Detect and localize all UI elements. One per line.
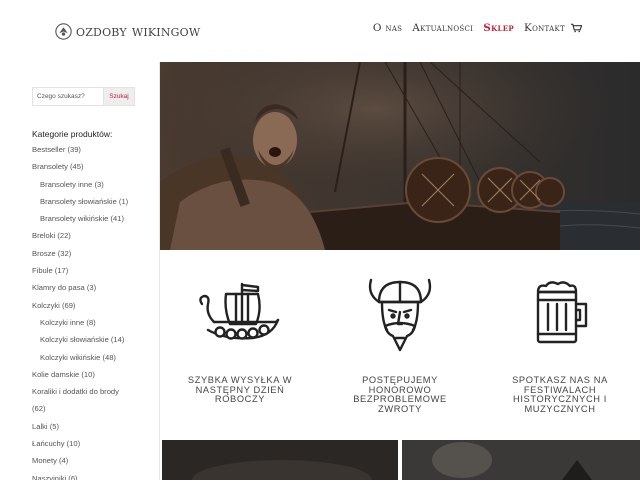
category-item[interactable]: Monety (4) <box>32 456 157 473</box>
bottom-tile-left[interactable] <box>162 440 398 480</box>
bottom-tile-left-image <box>162 440 398 480</box>
category-subitem[interactable]: Kolczyki słowiańskie (14) <box>32 335 157 352</box>
search-button[interactable]: Szukaj <box>104 87 135 106</box>
bottom-tile-right-image <box>402 440 640 480</box>
category-item[interactable]: Klamry do pasa (3) <box>32 283 157 300</box>
category-item[interactable]: Bransolety (45) <box>32 162 157 179</box>
site-logo[interactable]: ozdoby wikingow <box>55 20 200 42</box>
category-item[interactable]: Kolczyki (69) <box>32 301 157 318</box>
bottom-tile-right[interactable] <box>402 440 640 480</box>
viking-head-icon <box>368 278 432 352</box>
category-item[interactable]: Lalki (5) <box>32 422 157 439</box>
category-subitem[interactable]: Bransolety wikińskie (41) <box>32 214 157 231</box>
category-item[interactable]: Koraliki i dodatki do brody <box>32 387 157 404</box>
category-item[interactable]: Bestseller (39) <box>32 145 157 162</box>
sidebar: Szukaj Kategorie produktów: Bestseller (… <box>0 62 160 480</box>
category-item[interactable]: Fibule (17) <box>32 266 157 283</box>
search-input[interactable] <box>32 87 104 106</box>
nav-aktualnosci[interactable]: Aktualności <box>412 22 473 34</box>
feature-festivals-text: Spotkasz nas na festiwalach historycznyc… <box>512 375 608 414</box>
categories-title: Kategorie produktów: <box>32 129 113 139</box>
site-header: ozdoby wikingow O nas Aktualności Sklep … <box>0 0 640 62</box>
feature-shipping: Szybka wysyłka w następny dzień roboczy <box>160 250 320 440</box>
main-nav: O nas Aktualności Sklep Kontakt <box>363 22 582 34</box>
logo-text: ozdoby wikingow <box>76 22 201 40</box>
category-subitem[interactable]: Kolczyki wikińskie (48) <box>32 353 157 370</box>
category-list: Bestseller (39) Bransolety (45) Bransolety… <box>32 145 157 480</box>
feature-returns: Postępujemy honorowo bezproblemowe zwrot… <box>320 250 480 440</box>
cart-icon[interactable] <box>571 23 582 33</box>
raven-shield-logo-icon <box>55 22 72 40</box>
category-item[interactable]: Naszyjniki (6) <box>32 474 157 480</box>
hero-image <box>160 62 640 250</box>
feature-shipping-text: Szybka wysyłka w następny dzień roboczy <box>187 375 293 404</box>
feature-festivals: Spotkasz nas na festiwalach historycznyc… <box>480 250 640 440</box>
category-subitem[interactable]: Bransolety słowiańskie (1) <box>32 197 157 214</box>
category-subitem[interactable]: Kolczyki inne (8) <box>32 318 157 335</box>
category-item[interactable]: Breloki (22) <box>32 231 157 248</box>
hero-viking-ship-scene <box>160 62 640 250</box>
nav-sklep[interactable]: Sklep <box>483 22 514 34</box>
category-item[interactable]: Kolie damskie (10) <box>32 370 157 387</box>
features-section: Szybka wysyłka w następny dzień roboczy … <box>160 250 640 440</box>
viking-ship-icon <box>199 282 280 340</box>
beer-tankard-icon <box>536 281 588 344</box>
search-form: Szukaj <box>32 87 135 106</box>
category-item[interactable]: (62) <box>32 404 157 421</box>
feature-returns-text: Postępujemy honorowo bezproblemowe zwrot… <box>353 375 447 414</box>
category-item[interactable]: Brosze (32) <box>32 249 157 266</box>
nav-kontakt[interactable]: Kontakt <box>524 22 565 34</box>
category-item[interactable]: Łańcuchy (10) <box>32 439 157 456</box>
category-subitem[interactable]: Bransolety inne (3) <box>32 180 157 197</box>
nav-o-nas[interactable]: O nas <box>373 22 402 34</box>
